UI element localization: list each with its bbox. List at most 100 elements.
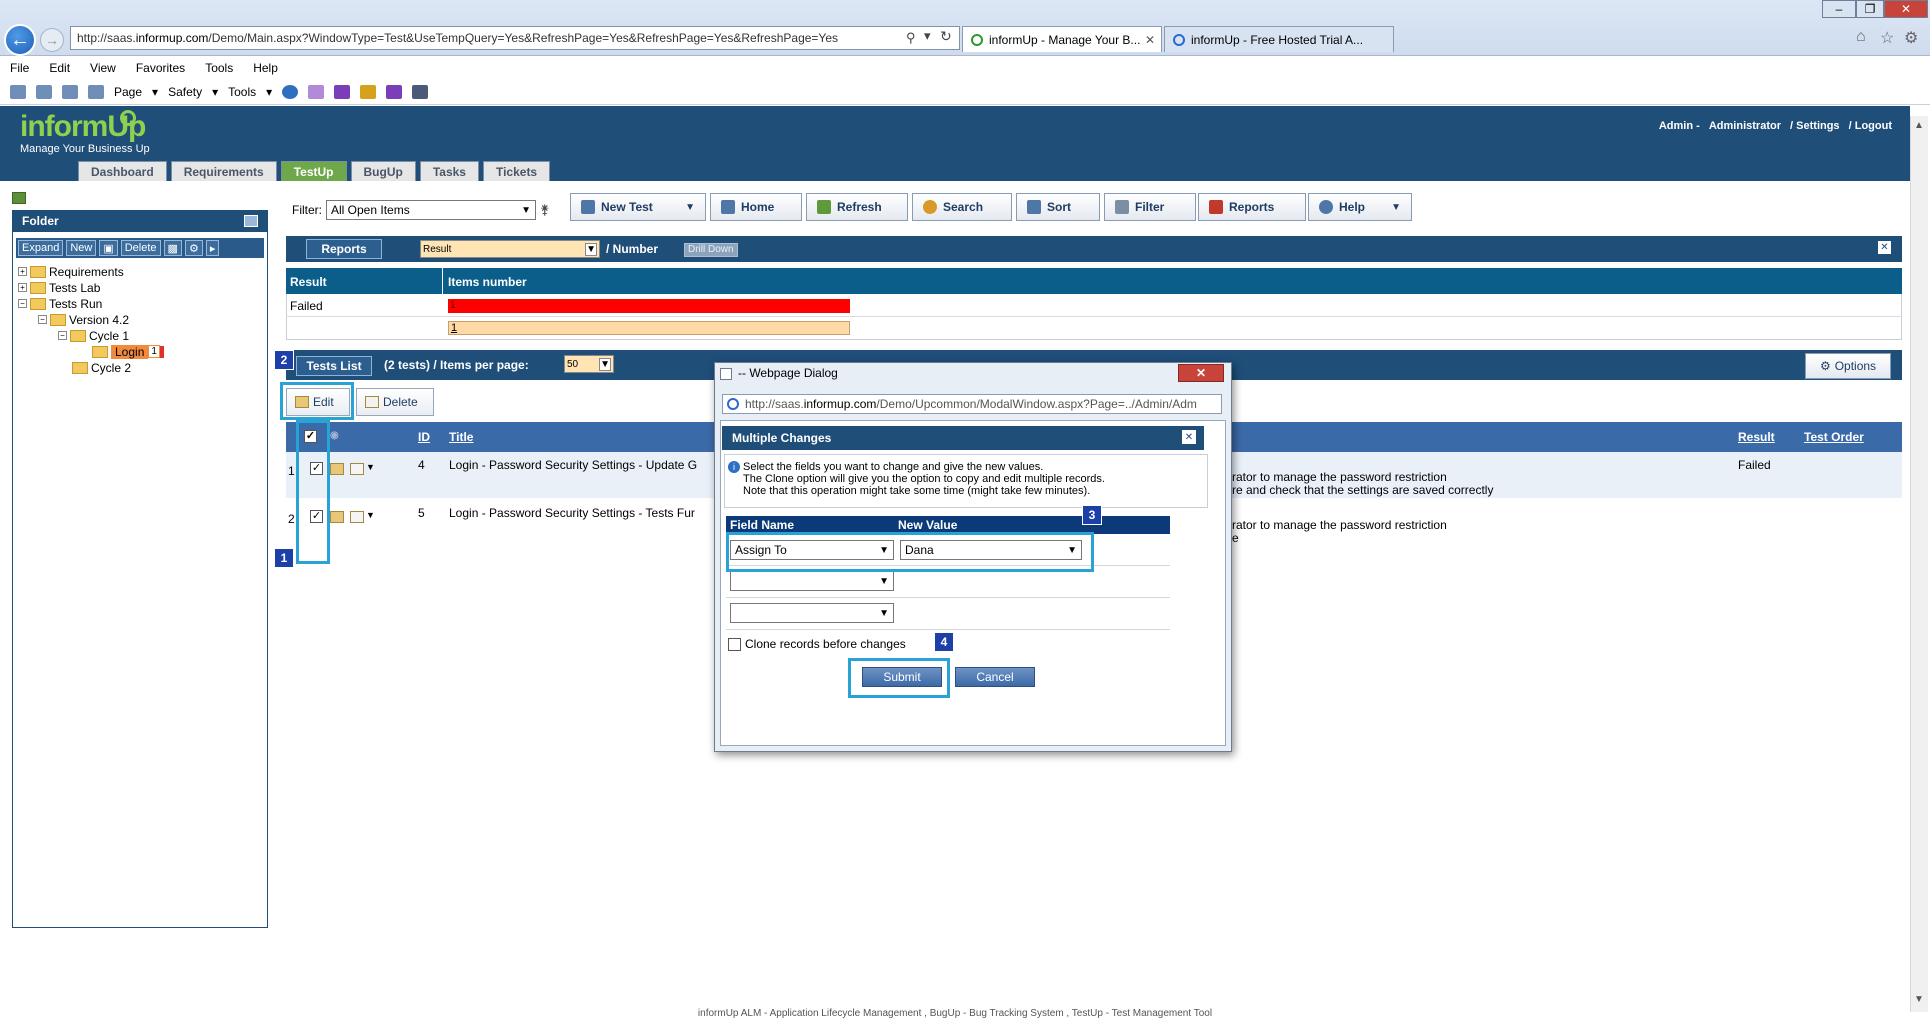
- window-close-button[interactable]: ✕: [1884, 0, 1928, 18]
- reports-button[interactable]: Reports: [1198, 193, 1306, 221]
- tab-tickets[interactable]: Tickets: [482, 161, 551, 181]
- feeds-icon[interactable]: [36, 85, 52, 99]
- tree-node-cycle2[interactable]: Cycle 2: [72, 360, 131, 375]
- chevron-down-icon[interactable]: ▼: [1391, 202, 1401, 213]
- help-button[interactable]: Help ▼: [1308, 193, 1412, 221]
- close-icon[interactable]: ✕: [1878, 241, 1891, 254]
- minimize-button[interactable]: –: [1822, 0, 1856, 18]
- onenote-link-icon[interactable]: [386, 85, 403, 99]
- new-test-button[interactable]: New Test ▼: [570, 193, 706, 221]
- tab-bugup[interactable]: BugUp: [350, 161, 416, 181]
- help-icon[interactable]: [282, 85, 299, 99]
- scroll-up-icon[interactable]: ▲: [1910, 116, 1928, 134]
- chevron-down-icon[interactable]: ▼: [685, 202, 695, 213]
- mail-icon[interactable]: [62, 85, 78, 99]
- home-icon[interactable]: [10, 85, 26, 99]
- dropdown-icon[interactable]: ▾: [924, 28, 931, 44]
- items-per-page-select[interactable]: 50 ▼: [564, 355, 614, 373]
- tab-dashboard[interactable]: Dashboard: [78, 161, 167, 181]
- tree-node-version[interactable]: − Version 4.2: [38, 312, 129, 327]
- tab-requirements[interactable]: Requirements: [170, 161, 277, 181]
- vertical-scrollbar[interactable]: [1910, 116, 1928, 1012]
- options-button[interactable]: ⚙ Options: [1805, 353, 1891, 379]
- tree-node-tests-lab[interactable]: + Tests Lab: [18, 280, 100, 295]
- print-icon[interactable]: [88, 85, 104, 99]
- settings-link[interactable]: / Settings: [1790, 120, 1840, 132]
- collapse-icon[interactable]: −: [38, 315, 47, 324]
- menu-favorites[interactable]: Favorites: [136, 61, 185, 75]
- menu-edit[interactable]: Edit: [49, 61, 70, 75]
- tree-node-requirements[interactable]: + Requirements: [18, 264, 124, 279]
- back-button[interactable]: ←: [4, 24, 36, 56]
- report-field-select[interactable]: Result ▼: [420, 240, 600, 258]
- forward-button[interactable]: →: [40, 28, 64, 52]
- collapse-icon[interactable]: −: [58, 331, 67, 340]
- refresh-icon[interactable]: ↻: [940, 28, 952, 45]
- menu-file[interactable]: File: [10, 61, 29, 75]
- more-arrow-icon[interactable]: ▸: [205, 240, 220, 256]
- browser-tab-informup[interactable]: informUp - Manage Your B... ✕: [962, 26, 1162, 52]
- gear-icon[interactable]: ⚙: [1904, 28, 1918, 48]
- expand-button[interactable]: Expand: [18, 240, 64, 256]
- home-icon[interactable]: ⌂: [1856, 28, 1866, 46]
- address-bar[interactable]: http://saas. informup.com/Demo/Main.aspx?…: [70, 26, 960, 50]
- cancel-button[interactable]: Cancel: [955, 667, 1035, 687]
- collapse-icon[interactable]: −: [18, 299, 27, 308]
- delete-button[interactable]: Delete: [356, 388, 434, 416]
- scroll-down-icon[interactable]: ▼: [1910, 990, 1928, 1008]
- chart-icon[interactable]: ▩: [163, 240, 182, 256]
- total-count-bar[interactable]: 1: [448, 321, 850, 335]
- col-id[interactable]: ID: [418, 430, 430, 444]
- tree-node-cycle1[interactable]: − Cycle 1: [58, 328, 129, 343]
- home-button[interactable]: Home: [710, 193, 802, 221]
- delete-folder-button[interactable]: Delete: [120, 240, 161, 256]
- drill-down-button[interactable]: Drill Down: [684, 243, 738, 257]
- new-folder-button[interactable]: New: [66, 240, 97, 256]
- search-button[interactable]: Search: [912, 193, 1012, 221]
- sort-button[interactable]: Sort: [1016, 193, 1100, 221]
- star-icon[interactable]: ☆: [1880, 28, 1894, 48]
- col-result[interactable]: Result: [1738, 430, 1775, 444]
- close-tab-icon[interactable]: ✕: [1145, 33, 1155, 47]
- browser-tab-trial[interactable]: informUp - Free Hosted Trial A...: [1164, 26, 1394, 52]
- refresh-button[interactable]: Refresh: [806, 193, 908, 221]
- tab-tasks[interactable]: Tasks: [419, 161, 479, 181]
- dialog-close-button[interactable]: ✕: [1178, 364, 1224, 382]
- field-name-select-3[interactable]: ▼: [730, 603, 894, 623]
- binoculars-icon[interactable]: ⚵: [540, 202, 550, 218]
- menu-view[interactable]: View: [90, 61, 116, 75]
- edit-row-icon[interactable]: [330, 511, 344, 523]
- research-icon[interactable]: [412, 85, 429, 99]
- field-name-select-2[interactable]: ▼: [730, 571, 894, 591]
- safety-menu[interactable]: Safety: [168, 85, 202, 99]
- failed-count-bar[interactable]: 1: [448, 299, 850, 313]
- toggle-panel-icon[interactable]: [12, 192, 26, 204]
- restore-button[interactable]: ❐: [1856, 0, 1884, 18]
- row-title[interactable]: Login - Password Security Settings - Upd…: [449, 458, 697, 472]
- clone-checkbox[interactable]: [728, 637, 741, 651]
- filter-select[interactable]: All Open Items ▼: [326, 200, 536, 220]
- col-test-order[interactable]: Test Order: [1804, 430, 1864, 444]
- row-title[interactable]: Login - Password Security Settings - Tes…: [449, 506, 695, 520]
- administrator-link[interactable]: Administrator: [1709, 120, 1781, 132]
- folder-icon-button[interactable]: ▣: [99, 240, 118, 256]
- chevron-down-icon[interactable]: ▼: [366, 510, 375, 520]
- messenger-icon[interactable]: [360, 85, 377, 99]
- reports-tab[interactable]: Reports: [306, 239, 382, 259]
- col-title[interactable]: Title: [449, 430, 473, 444]
- tests-list-tab[interactable]: Tests List: [296, 356, 372, 376]
- row-menu-icon[interactable]: [350, 463, 364, 475]
- tools-menu[interactable]: Tools: [228, 85, 256, 99]
- tree-node-tests-run[interactable]: − Tests Run: [18, 296, 102, 311]
- collapse-icon[interactable]: [244, 215, 258, 227]
- row-menu-icon[interactable]: [350, 511, 364, 523]
- chevron-down-icon[interactable]: ▼: [366, 462, 375, 472]
- logout-link[interactable]: / Logout: [1849, 120, 1892, 132]
- tab-testup[interactable]: TestUp: [280, 161, 347, 181]
- settings-gear-icon[interactable]: ⚙: [184, 240, 203, 256]
- expand-icon[interactable]: +: [18, 283, 27, 292]
- edit-row-icon[interactable]: [330, 463, 344, 475]
- filter-button[interactable]: Filter: [1104, 193, 1196, 221]
- onenote-icon[interactable]: [334, 85, 351, 99]
- search-icon[interactable]: ⚲: [906, 30, 916, 46]
